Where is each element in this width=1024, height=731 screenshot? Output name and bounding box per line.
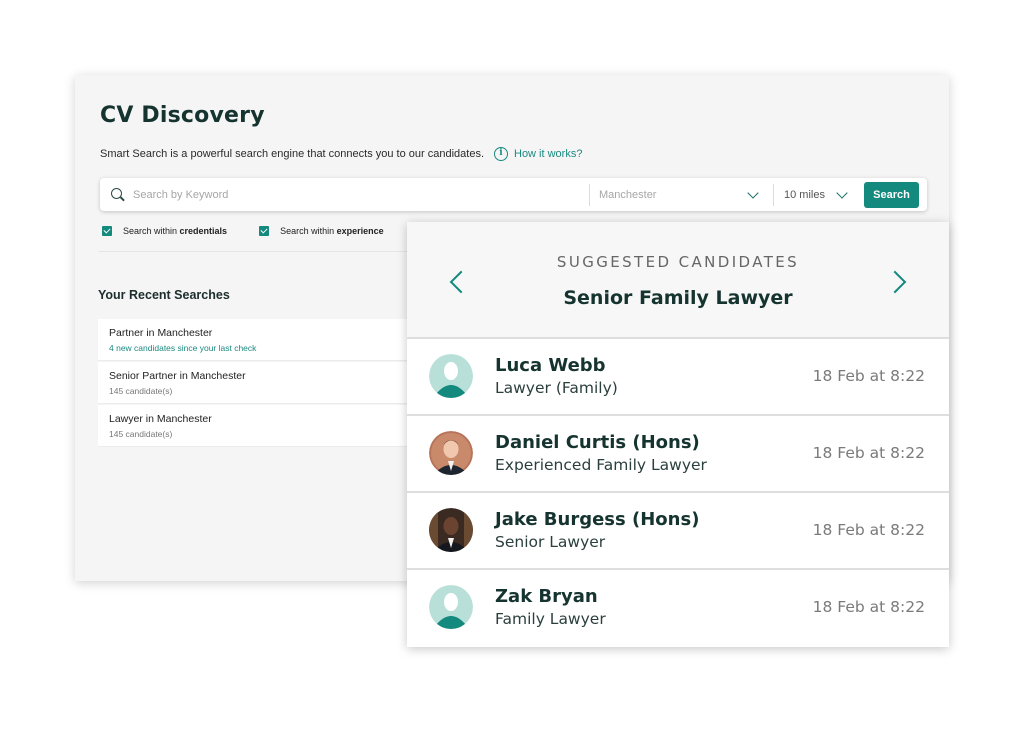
suggested-role-title: Senior Family Lawyer bbox=[563, 287, 793, 309]
suggested-candidates-panel: SUGGESTED CANDIDATES Senior Family Lawye… bbox=[407, 222, 949, 647]
recent-searches-title: Your Recent Searches bbox=[98, 288, 230, 302]
avatar bbox=[429, 508, 473, 552]
keyword-search-input[interactable] bbox=[133, 188, 589, 201]
how-it-works-link[interactable]: How it works? bbox=[514, 148, 582, 160]
page-subtitle: Smart Search is a powerful search engine… bbox=[100, 147, 582, 161]
location-select[interactable]: Manchester bbox=[590, 186, 773, 201]
candidate-name: Daniel Curtis (Hons) bbox=[495, 432, 700, 453]
recent-search-meta: 145 candidate(s) bbox=[109, 386, 173, 396]
candidate-role: Lawyer (Family) bbox=[495, 379, 618, 397]
search-icon bbox=[111, 187, 125, 202]
search-filters: Search within credentials Search within … bbox=[102, 226, 416, 236]
recent-searches-list: Partner in Manchester 4 new candidates s… bbox=[98, 319, 418, 448]
page-title: CV Discovery bbox=[100, 103, 265, 128]
candidate-role: Senior Lawyer bbox=[495, 533, 606, 551]
avatar bbox=[429, 431, 473, 475]
candidate-time: 18 Feb at 8:22 bbox=[812, 598, 925, 616]
candidate-name: Luca Webb bbox=[495, 355, 606, 376]
checkbox-experience[interactable] bbox=[259, 226, 270, 236]
search-button[interactable]: Search bbox=[864, 181, 919, 208]
subtitle-text: Smart Search is a powerful search engine… bbox=[100, 148, 484, 160]
candidate-time: 18 Feb at 8:22 bbox=[812, 444, 925, 462]
suggested-label: SUGGESTED CANDIDATES bbox=[556, 253, 800, 271]
candidate-name: Zak Bryan bbox=[495, 586, 598, 607]
recent-search-name: Senior Partner in Manchester bbox=[109, 370, 246, 382]
filter-credentials[interactable]: Search within credentials bbox=[102, 226, 227, 236]
placeholder-avatar-icon bbox=[429, 585, 473, 629]
filter-label: Search within experience bbox=[280, 226, 384, 236]
location-value: Manchester bbox=[599, 188, 657, 201]
candidate-time: 18 Feb at 8:22 bbox=[812, 367, 925, 385]
suggested-header: SUGGESTED CANDIDATES Senior Family Lawye… bbox=[407, 222, 949, 339]
radius-select[interactable]: 10 miles bbox=[774, 186, 856, 201]
candidate-row[interactable]: Daniel Curtis (Hons) Experienced Family … bbox=[407, 416, 949, 493]
placeholder-avatar-icon bbox=[429, 354, 473, 398]
recent-search-item[interactable]: Lawyer in Manchester 145 candidate(s) bbox=[98, 405, 418, 447]
candidate-role: Experienced Family Lawyer bbox=[495, 456, 707, 474]
radius-value: 10 miles bbox=[784, 188, 825, 201]
chevron-down-icon bbox=[747, 186, 759, 199]
checkbox-credentials[interactable] bbox=[102, 226, 112, 236]
recent-search-item[interactable]: Partner in Manchester 4 new candidates s… bbox=[98, 319, 418, 361]
search-bar: Manchester 10 miles Search bbox=[100, 178, 927, 211]
recent-search-meta: 145 candidate(s) bbox=[109, 429, 173, 439]
info-icon[interactable]: i bbox=[494, 147, 508, 161]
filter-label: Search within credentials bbox=[123, 226, 228, 236]
recent-search-name: Lawyer in Manchester bbox=[109, 413, 212, 425]
recent-search-meta: 4 new candidates since your last check bbox=[109, 343, 257, 353]
candidate-row[interactable]: Zak Bryan Family Lawyer 18 Feb at 8:22 bbox=[407, 570, 949, 647]
candidate-row[interactable]: Luca Webb Lawyer (Family) 18 Feb at 8:22 bbox=[407, 339, 949, 416]
filter-experience[interactable]: Search within experience bbox=[259, 226, 384, 236]
candidate-time: 18 Feb at 8:22 bbox=[812, 521, 925, 539]
candidate-role: Family Lawyer bbox=[495, 610, 606, 628]
recent-search-name: Partner in Manchester bbox=[109, 327, 213, 339]
candidate-row[interactable]: Jake Burgess (Hons) Senior Lawyer 18 Feb… bbox=[407, 493, 949, 570]
section-divider bbox=[98, 251, 428, 252]
chevron-down-icon bbox=[836, 186, 848, 199]
recent-search-item[interactable]: Senior Partner in Manchester 145 candida… bbox=[98, 362, 418, 404]
candidate-name: Jake Burgess (Hons) bbox=[495, 509, 700, 530]
